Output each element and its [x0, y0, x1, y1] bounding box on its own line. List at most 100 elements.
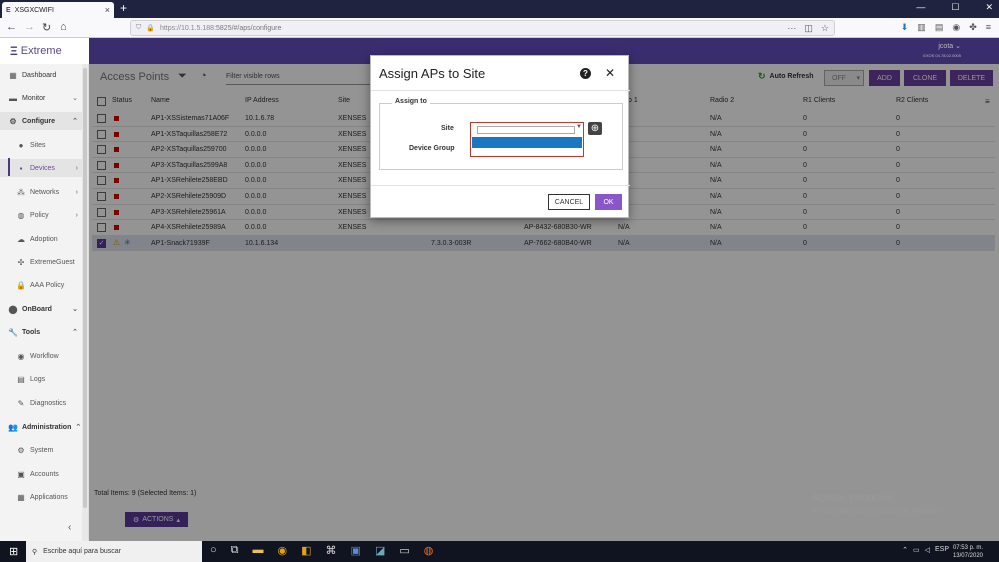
sidebar-item-accounts[interactable]: ▣ Accounts	[0, 465, 82, 483]
admin-icon: 👥	[8, 422, 18, 432]
policy-icon: ◍	[17, 210, 25, 220]
lock-icon: 🔒	[16, 280, 26, 290]
forward-icon[interactable]: →	[24, 21, 35, 33]
back-icon[interactable]: ←	[6, 21, 17, 33]
close-icon[interactable]: ✕	[605, 66, 615, 80]
sidebar-item-onboard[interactable]: ⬤ OnBoard ⌄	[0, 300, 82, 318]
pocket-icon[interactable]: ◫	[804, 23, 813, 34]
sidebar-item-adoption[interactable]: ☁ Adoption	[0, 230, 82, 248]
sidebar-item-networks[interactable]: ⁂ Networks ›	[0, 183, 82, 201]
close-tab-icon[interactable]: ×	[105, 5, 110, 15]
page-actions-icon[interactable]: ···	[787, 23, 796, 34]
firefox-icon[interactable]: ◍	[424, 544, 434, 557]
user-info[interactable]: jcota ⌄ EXOS 04.78.02.0005	[923, 42, 961, 60]
new-tab-button[interactable]: +	[120, 1, 127, 15]
clock[interactable]: 07:53 p. m. 13/07/2020	[953, 544, 983, 560]
browser-tab[interactable]: E XSGXCWIFI ×	[2, 2, 114, 18]
sidebar-item-label: OnBoard	[22, 305, 52, 313]
menu-icon[interactable]: ≡	[986, 22, 991, 33]
sidebar-item-label: Administration	[21, 423, 72, 431]
file-explorer-icon[interactable]: ▬	[253, 544, 264, 557]
remote-desktop-icon[interactable]: ▣	[351, 544, 361, 557]
scrollbar-thumb[interactable]	[83, 68, 87, 508]
account-icon[interactable]: ◉	[952, 22, 960, 33]
add-site-icon[interactable]: ⊕	[588, 122, 602, 135]
sidebar-item-label: Applications	[30, 493, 68, 501]
clock-date: 13/07/2020	[952, 553, 983, 559]
home-icon[interactable]: ⌂	[60, 21, 67, 33]
download-icon[interactable]: ⬇	[901, 22, 909, 33]
browser-tabbar: E XSGXCWIFI × + — ☐ ✕	[0, 0, 999, 18]
site-select[interactable]: ▼	[470, 122, 584, 157]
sidebar-item-diagnostics[interactable]: ✎ Diagnostics	[0, 394, 82, 412]
system-icon: ⚙	[17, 445, 25, 455]
volume-icon[interactable]: ◁	[925, 546, 930, 554]
sidebar-item-label: Workflow	[30, 352, 59, 360]
bookmark-star-icon[interactable]: ☆	[821, 23, 829, 34]
sidebar-item-policy[interactable]: ◍ Policy ›	[0, 206, 82, 224]
sidebar-item-extremeguest[interactable]: ✣ ExtremeGuest	[0, 253, 82, 271]
chrome-icon[interactable]: ◉	[278, 544, 288, 557]
ok-button[interactable]: OK	[595, 194, 622, 210]
url-bar[interactable]: ⛉ 🔒 https://10.1.5.188:5825/#/aps/config…	[130, 20, 835, 36]
sidebar-item-aaa-policy[interactable]: 🔒 AAA Policy	[0, 276, 82, 294]
windows-taskbar: ⊞ ⚲ Escribe aquí para buscar ○ ⧉ ▬ ◉ ◧ ⌘ …	[0, 541, 999, 562]
sidebar-item-configure[interactable]: ⚙ Configure ⌃	[0, 112, 82, 130]
extension-icon[interactable]: ✤	[969, 22, 977, 33]
notes-icon[interactable]: ◪	[375, 544, 385, 557]
sidebar-toggle-icon[interactable]: ▤	[935, 22, 944, 33]
network-tray-icon[interactable]: ▭	[913, 546, 920, 554]
sidebar-item-tools[interactable]: 🔧 Tools ⌃	[0, 323, 82, 341]
terminal-icon[interactable]: ▭	[399, 544, 409, 557]
url-path: :5825/#/aps/configure	[214, 24, 282, 32]
sidebar-item-system[interactable]: ⚙ System	[0, 441, 82, 459]
network-app-icon[interactable]: ⌘	[326, 544, 337, 557]
sidebar-scrollbar[interactable]	[82, 64, 88, 541]
windows-start-icon[interactable]: ⊞	[9, 545, 18, 558]
site-option-highlighted[interactable]	[472, 137, 582, 148]
app-icon[interactable]: ◧	[301, 544, 311, 557]
window-close-icon[interactable]: ✕	[985, 2, 993, 13]
minimize-icon[interactable]: —	[916, 2, 925, 13]
sidebar-item-logs[interactable]: ▤ Logs	[0, 370, 82, 388]
sidebar-item-label: Policy	[30, 211, 49, 219]
cortana-icon[interactable]: ○	[210, 544, 217, 557]
site-select-input[interactable]	[477, 126, 575, 134]
shield-icon: ⛉	[136, 24, 142, 31]
help-icon[interactable]: ?	[580, 68, 591, 79]
sidebar-item-administration[interactable]: 👥 Administration ⌃	[0, 418, 82, 436]
chevron-down-icon[interactable]: ▼	[576, 124, 582, 130]
reload-icon[interactable]: ↻	[42, 21, 51, 34]
site-label: Site	[441, 125, 454, 132]
sidebar: ▦ Dashboard ▬ Monitor ⌄ ⚙ Configure ⌃ ● Sites …	[0, 64, 89, 541]
task-view-icon[interactable]: ⧉	[231, 544, 239, 557]
sidebar-item-dashboard[interactable]: ▦ Dashboard	[0, 66, 82, 84]
guest-icon: ✣	[17, 257, 25, 267]
windows-activation-watermark: Activar Windows Ve a Configuración para …	[812, 492, 942, 518]
maximize-icon[interactable]: ☐	[951, 2, 959, 13]
workflow-icon: ◉	[17, 351, 25, 361]
language-indicator[interactable]: ESP	[935, 546, 949, 554]
chevron-right-icon: ›	[75, 188, 78, 196]
watermark-line2: Ve a Configuración para activar Windows.	[812, 508, 942, 515]
devices-icon: ▪	[19, 163, 23, 173]
taskbar-search[interactable]: ⚲ Escribe aquí para buscar	[26, 541, 202, 562]
taskbar-apps: ○ ⧉ ▬ ◉ ◧ ⌘ ▣ ◪ ▭ ◍	[210, 544, 433, 557]
cancel-button[interactable]: CANCEL	[548, 194, 590, 210]
clock-time: 07:53 p. m.	[952, 545, 983, 551]
sidebar-item-applications[interactable]: ▦ Applications	[0, 488, 82, 506]
chevron-up-icon: ⌃	[72, 329, 78, 336]
collapse-sidebar-icon[interactable]: ‹	[68, 522, 71, 533]
sidebar-item-sites[interactable]: ● Sites	[0, 136, 82, 154]
library-icon[interactable]: ▥	[917, 22, 926, 33]
divider	[371, 185, 630, 186]
apps-icon: ▦	[17, 492, 25, 502]
dialog-title: Assign APs to Site	[379, 66, 486, 81]
gear-icon: ⚙	[9, 116, 17, 126]
sidebar-item-devices[interactable]: ▪ Devices ›	[0, 159, 82, 177]
sidebar-item-monitor[interactable]: ▬ Monitor ⌄	[0, 89, 82, 107]
sidebar-item-workflow[interactable]: ◉ Workflow	[0, 347, 82, 365]
sidebar-item-label: Accounts	[30, 470, 59, 478]
user-menu-chevron-icon: ⌄	[955, 43, 961, 50]
tray-chevron-icon[interactable]: ⌃	[902, 546, 908, 554]
